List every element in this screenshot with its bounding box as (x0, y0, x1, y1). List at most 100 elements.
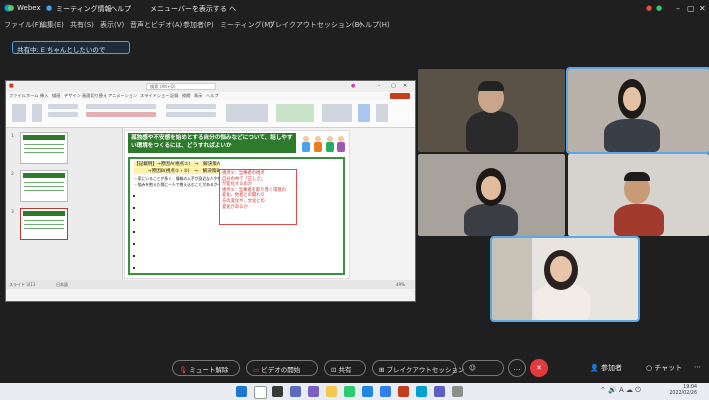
slide-counter: スライド 3/13 (9, 282, 36, 287)
app-icon[interactable] (452, 386, 463, 397)
sharing-badge[interactable]: 共有中: E ちゃんとしたいので (12, 41, 130, 54)
layout-button[interactable] (48, 104, 78, 109)
meeting-info-link[interactable]: ミーティング情報 (56, 4, 112, 14)
font-selector[interactable] (86, 104, 156, 109)
video-tile-participant-4[interactable] (568, 154, 709, 236)
language-indicator: 日本語 (56, 282, 68, 287)
close-button[interactable]: ✕ (699, 4, 706, 13)
unmute-label: ミュート解除 (189, 366, 229, 374)
menu-edit[interactable]: 編集(E) (40, 20, 64, 30)
share-button[interactable]: ⊡ 共有 (324, 360, 366, 376)
menubar-toggle-notice[interactable]: メニューバーを表示する へ (150, 4, 236, 14)
participant-head (481, 176, 501, 200)
slide-thumbnail[interactable] (20, 170, 68, 202)
video-tile-participant-5-speaking[interactable] (490, 236, 640, 322)
menu-file[interactable]: ファイル(F) (4, 20, 42, 30)
participants-button[interactable]: 👤 参加者 (590, 363, 622, 373)
chat-button[interactable]: ○ チャット (646, 363, 682, 373)
participants-label: 参加者 (600, 364, 622, 372)
ppt-tab-slideshow[interactable]: スライドショー (140, 93, 169, 99)
powerpoint-taskbar-icon[interactable] (398, 386, 409, 397)
reset-button[interactable] (48, 112, 78, 117)
end-call-button[interactable]: ✕ (530, 359, 548, 377)
ppt-tab-insert[interactable]: 挿入 (40, 93, 48, 99)
breakout-session-button[interactable]: ⊞ ブレイクアウトセッション (372, 360, 464, 376)
shapes-gallery[interactable] (226, 104, 268, 122)
video-off-icon: ▭ (253, 366, 260, 374)
ppt-tab-design[interactable]: デザイン (64, 93, 81, 99)
ppt-title-bar: ■ 検索 (Alt+Q) ● – ▢ ✕ (6, 81, 415, 92)
menu-audio-video[interactable]: 音声とビデオ(A) (130, 20, 182, 30)
participant-hair (478, 81, 504, 91)
ppt-tab-view[interactable]: 表示 (194, 93, 202, 99)
menu-view[interactable]: 表示(V) (100, 20, 124, 30)
video-tile-participant-3[interactable] (418, 154, 565, 236)
ppt-tab-home[interactable]: ホーム (26, 93, 38, 99)
participant-hair (624, 172, 650, 181)
restore-button[interactable]: ▢ (687, 4, 695, 13)
participant-head (623, 87, 641, 111)
menu-share[interactable]: 共有(S) (70, 20, 94, 30)
mail-icon[interactable] (380, 386, 391, 397)
muted-mic-icon: 🎙 (179, 366, 188, 374)
unmute-button[interactable]: 🎙 ミュート解除 (172, 360, 240, 376)
new-slide-icon[interactable] (32, 104, 42, 122)
menu-participants[interactable]: 参加者(P) (183, 20, 214, 30)
tray-icons[interactable]: ⌃ 🔊 A ☁ ⏻ (600, 386, 641, 395)
file-explorer-icon[interactable] (326, 386, 337, 397)
ppt-search-box[interactable]: 検索 (Alt+Q) (146, 82, 216, 90)
ppt-share-button[interactable] (390, 93, 410, 99)
ppt-tab-transitions[interactable]: 画面切り替え (82, 93, 107, 99)
help-link[interactable]: ヘルプ (110, 4, 131, 14)
share-label: 共有 (338, 366, 352, 374)
ppt-minimize-icon[interactable]: – (378, 83, 381, 89)
paste-icon[interactable] (12, 104, 26, 122)
dictate-icon[interactable] (358, 104, 370, 122)
ppt-tab-help[interactable]: ヘルプ (206, 93, 219, 99)
task-view-icon[interactable] (272, 386, 283, 397)
ppt-close-icon[interactable]: ✕ (403, 83, 407, 89)
ppt-restore-icon[interactable]: ▢ (391, 83, 396, 89)
align-buttons[interactable] (166, 112, 216, 117)
teams-chat-icon[interactable] (308, 386, 319, 397)
start-video-button[interactable]: ▭ ビデオの開始 (246, 360, 318, 376)
slide-title: 孤独感や不安感を始めとする自分の悩みなどについて、話しやすい環境をつくるには、ど… (128, 133, 296, 153)
search-icon[interactable] (254, 386, 267, 399)
webex-taskbar-icon[interactable] (416, 386, 427, 397)
example-line-1: 【記載例】→原因A(視点①) → 解決策A (134, 161, 220, 167)
teams-icon[interactable] (434, 386, 445, 397)
video-tile-participant-1[interactable] (418, 69, 565, 152)
edge-icon[interactable] (344, 386, 355, 397)
font-format-buttons[interactable] (86, 112, 156, 117)
bullet (133, 267, 135, 269)
ppt-tab-record[interactable]: 記録 (170, 93, 178, 99)
people-illustration (298, 133, 346, 153)
minimize-button[interactable]: – (676, 4, 680, 13)
paragraph-buttons[interactable] (166, 104, 216, 109)
start-icon[interactable] (236, 386, 247, 397)
participant-body (464, 204, 518, 236)
slide-thumbnail-selected[interactable] (20, 208, 68, 240)
chat-label: チャット (654, 364, 683, 372)
more-options-button[interactable]: … (508, 359, 526, 377)
editing-buttons[interactable] (322, 104, 352, 122)
quick-styles[interactable] (276, 104, 314, 122)
system-clock[interactable]: 19:04 2022/02/26 (669, 385, 697, 397)
ppt-tab-draw[interactable]: 描画 (52, 93, 60, 99)
reactions-button[interactable]: ☺ (462, 360, 504, 376)
widgets-icon[interactable] (290, 386, 301, 397)
slide-thumbnail[interactable] (20, 132, 68, 164)
video-tile-participant-2[interactable] (566, 67, 709, 154)
designer-icon[interactable] (376, 104, 388, 122)
store-icon[interactable] (362, 386, 373, 397)
menu-meeting[interactable]: ミーティング(M) (220, 20, 273, 30)
ppt-tab-review[interactable]: 校閲 (182, 93, 190, 99)
ppt-tab-animations[interactable]: アニメーション (108, 93, 137, 99)
zoom-level[interactable]: 49% (396, 282, 405, 287)
menu-help[interactable]: ヘルプ(H) (358, 20, 390, 30)
more-menu-icon[interactable]: ⋯ (694, 363, 701, 371)
bullet (133, 243, 135, 245)
example-line-2: →原因B(視点①・②) → 解決策B (134, 168, 220, 174)
ppt-tab-file[interactable]: ファイル (9, 93, 26, 99)
menu-breakout[interactable]: ブレイクアウトセッション(B) (268, 20, 362, 30)
